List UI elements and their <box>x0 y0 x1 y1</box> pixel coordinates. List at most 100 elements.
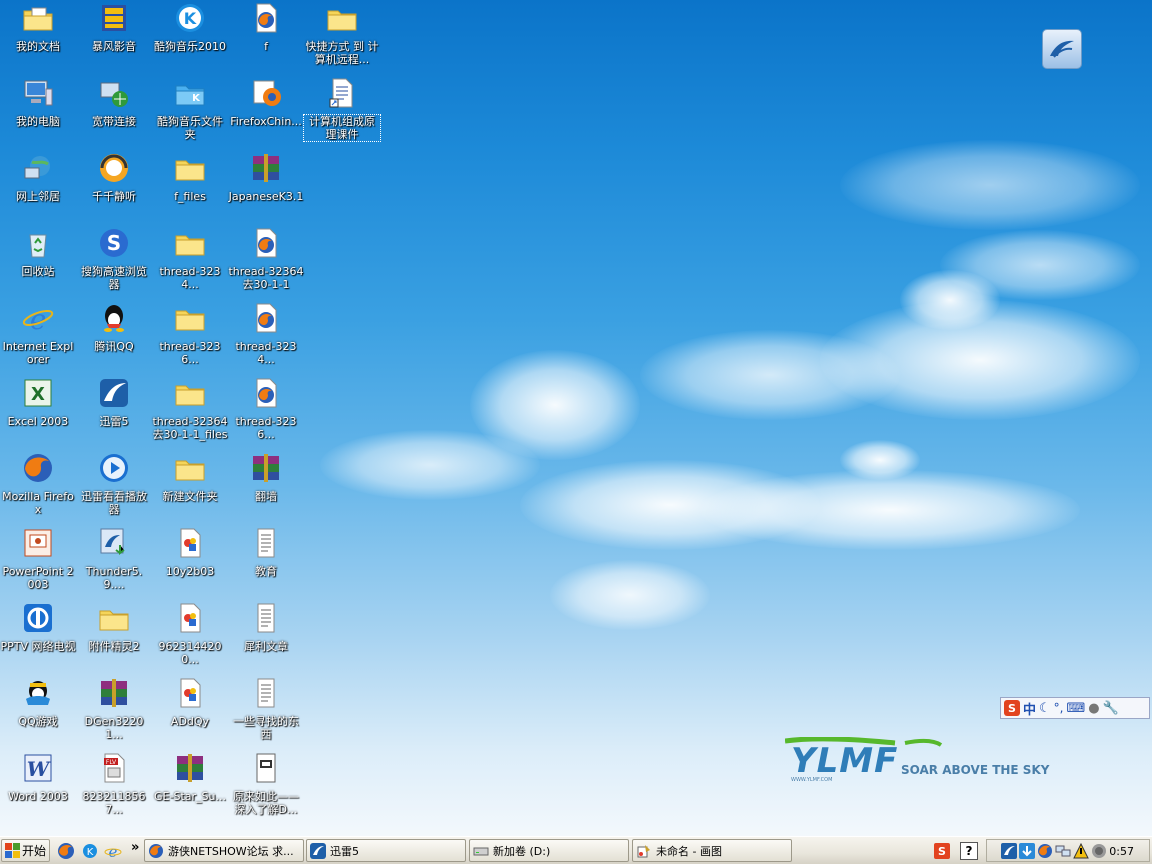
windows-logo-icon <box>5 843 20 858</box>
desktop-icon[interactable]: 10y2b03 <box>152 527 228 578</box>
desktop-icon[interactable]: 腾讯QQ <box>76 302 152 353</box>
desktop-icon[interactable]: thread-3234... <box>152 227 228 291</box>
help-icon[interactable]: ? <box>960 842 978 860</box>
desktop-icon[interactable]: 一些寻找的东西 <box>228 677 304 741</box>
recycle-bin-icon <box>22 227 54 259</box>
ttplayer-icon <box>98 152 130 184</box>
keyboard-icon[interactable]: ⌨ <box>1067 701 1086 716</box>
desktop-icon[interactable]: 我的文档 <box>0 2 76 53</box>
desktop-icon[interactable]: 原来如此——深入了解D... <box>228 752 304 816</box>
desktop-icon[interactable]: FirefoxChin... <box>228 77 304 128</box>
my-documents-icon <box>22 2 54 34</box>
desktop-icon[interactable]: 网上邻居 <box>0 152 76 203</box>
qq-icon <box>98 302 130 334</box>
clock[interactable]: 0:57 <box>1109 845 1134 858</box>
taskbar-button[interactable]: 未命名 - 画图 <box>632 839 792 862</box>
desktop-icon[interactable]: f_files <box>152 152 228 203</box>
desktop-icon[interactable]: PowerPoint 2003 <box>0 527 76 591</box>
desktop-icon[interactable]: 迅雷5 <box>76 377 152 428</box>
sogou-browser-icon: S <box>98 227 130 259</box>
svg-text:e: e <box>30 303 47 334</box>
desktop-icon[interactable]: FLV 8232118567... <box>76 752 152 816</box>
desktop-icon[interactable]: Mozilla Firefox <box>0 452 76 516</box>
desktop-icon[interactable]: thread-32364 去30-1-1_files <box>152 377 228 441</box>
desktop-icon-label: 新建文件夹 <box>162 490 218 503</box>
svg-text:S: S <box>107 231 121 255</box>
desktop-icon[interactable]: 暴风影音 <box>76 2 152 53</box>
sound-tray-icon[interactable] <box>1091 843 1107 859</box>
desktop-icon[interactable]: W Word 2003 <box>0 752 76 803</box>
desktop-icon-label: thread-3234... <box>235 340 297 366</box>
desktop-icon[interactable]: 犀利文章 <box>228 602 304 653</box>
ime-mode-icon[interactable]: 中 <box>1023 699 1036 718</box>
firefox-tray-icon[interactable] <box>1037 843 1053 859</box>
desktop-icon[interactable]: JapaneseK3.1 <box>228 152 304 203</box>
image-doc-icon <box>250 752 282 784</box>
desktop-icon[interactable]: thread-3236... <box>228 377 304 441</box>
taskbar-button[interactable]: 游侠NETSHOW论坛 求... <box>144 839 304 862</box>
desktop-icon[interactable]: GE-Star_Su... <box>152 752 228 803</box>
punctuation-icon[interactable]: °, <box>1054 701 1064 715</box>
sogou-s-icon[interactable]: S <box>1004 700 1020 716</box>
thunder-float-icon[interactable] <box>1042 29 1082 69</box>
desktop-icon[interactable]: PPTV 网络电视 <box>0 602 76 653</box>
taskbar-button[interactable]: 新加卷 (D:) <box>469 839 629 862</box>
desktop-icon[interactable]: 千千静听 <box>76 152 152 203</box>
desktop-icon[interactable]: 宽带连接 <box>76 77 152 128</box>
desktop-icon[interactable]: DGen32201... <box>76 677 152 741</box>
desktop-icon[interactable]: thread-3234... <box>228 302 304 366</box>
kugou-folder-icon: K <box>174 77 206 109</box>
desktop-icon[interactable]: 计算机组成原理课件 <box>303 77 381 142</box>
desktop-icon[interactable]: 迅雷看看播放器 <box>76 452 152 516</box>
excel-icon: X <box>22 377 54 409</box>
desktop-icon-label: Mozilla Firefox <box>2 490 74 516</box>
desktop-icon[interactable]: 附件精灵2 <box>76 602 152 653</box>
download-tray-icon[interactable] <box>1019 843 1035 859</box>
desktop-icon[interactable]: f <box>228 2 304 53</box>
ime-toolbar[interactable]: S 中 ☾ °, ⌨ ● 🔧 <box>1000 697 1150 719</box>
desktop-icon[interactable]: 我的电脑 <box>0 77 76 128</box>
desktop-icon[interactable]: K 酷狗音乐文件夹 <box>152 77 228 141</box>
desktop-icon[interactable]: ADdQy <box>152 677 228 728</box>
firefox-icon <box>148 843 164 859</box>
user-icon[interactable]: ● <box>1088 701 1099 716</box>
desktop-icon-label: 暴风影音 <box>92 40 136 53</box>
desktop-icon-label: 犀利文章 <box>244 640 288 653</box>
moon-icon[interactable]: ☾ <box>1039 701 1051 716</box>
desktop-icon[interactable]: 翻墙 <box>228 452 304 503</box>
desktop-icon-label: 迅雷看看播放器 <box>81 490 147 516</box>
desktop-icon-label: QQ游戏 <box>18 715 58 728</box>
desktop-icon[interactable]: Thunder5.9.... <box>76 527 152 591</box>
thunder-tray-icon[interactable] <box>1001 843 1017 859</box>
pptv-icon <box>22 602 54 634</box>
quicklaunch-ie-icon[interactable]: e <box>104 842 122 861</box>
desktop[interactable]: 我的文档 暴风影音 K 酷狗音乐2010 f 快捷方式 到 计算机远程... 我的电脑 宽带连… <box>0 0 1152 836</box>
start-button[interactable]: 开始 <box>1 839 50 862</box>
desktop-icon[interactable]: 9623144200... <box>152 602 228 666</box>
network-tray-icon[interactable] <box>1055 843 1071 859</box>
wallpaper-cloud <box>900 270 1000 330</box>
desktop-icon[interactable]: QQ游戏 <box>0 677 76 728</box>
desktop-icon[interactable]: thread-3236... <box>152 302 228 366</box>
desktop-icon[interactable]: 快捷方式 到 计算机远程... <box>304 2 380 66</box>
desktop-icon[interactable]: 新建文件夹 <box>152 452 228 503</box>
desktop-icon[interactable]: e Internet Explorer <box>0 302 76 366</box>
wallpaper-logo: YLMF SOAR ABOVE THE SKY WWW.YLMF.COM <box>784 736 1075 787</box>
desktop-icon[interactable]: thread-32364 去30-1-1 <box>228 227 304 291</box>
desktop-icon[interactable]: X Excel 2003 <box>0 377 76 428</box>
quicklaunch-chevron[interactable]: » <box>131 840 139 855</box>
desktop-icon[interactable]: S 搜狗高速浏览器 <box>76 227 152 291</box>
desktop-icon[interactable]: 教育 <box>228 527 304 578</box>
taskbar-button-label: 游侠NETSHOW论坛 求... <box>168 844 294 858</box>
desktop-icon-label: 计算机组成原理课件 <box>303 114 381 142</box>
quicklaunch-firefox-icon[interactable] <box>57 842 75 860</box>
warning-tray-icon[interactable] <box>1073 843 1089 859</box>
desktop-icon[interactable]: K 酷狗音乐2010 <box>152 2 228 53</box>
taskbar-button-label: 未命名 - 画图 <box>656 844 722 858</box>
taskbar-button[interactable]: 迅雷5 <box>306 839 466 862</box>
desktop-icon-label: 宽带连接 <box>92 115 136 128</box>
sogou-tray-icon[interactable]: S <box>934 843 950 859</box>
quicklaunch-kugou-icon[interactable]: K <box>81 842 99 860</box>
wrench-icon[interactable]: 🔧 <box>1103 701 1119 716</box>
desktop-icon[interactable]: 回收站 <box>0 227 76 278</box>
